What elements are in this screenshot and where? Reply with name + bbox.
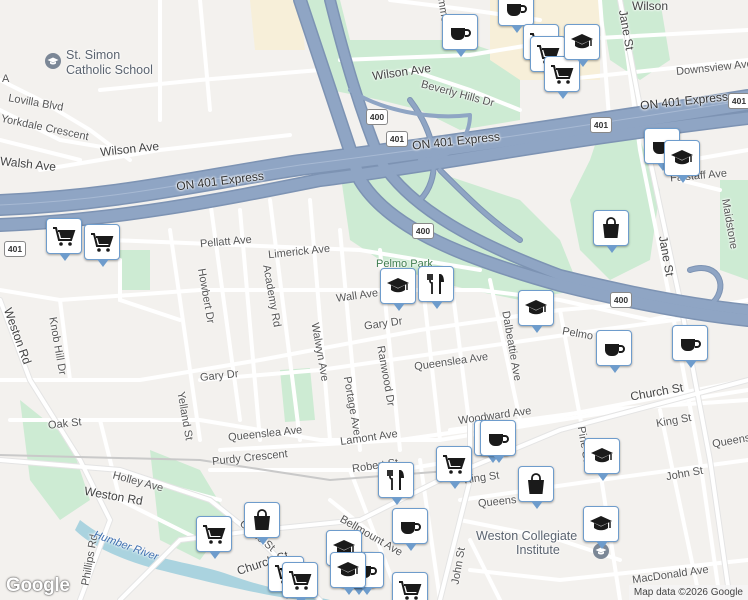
highway-401-shield: 401	[4, 241, 26, 257]
poi-marker[interactable]	[596, 330, 632, 373]
poi-marker[interactable]	[593, 210, 629, 253]
poi-marker[interactable]	[380, 268, 416, 311]
poi-marker[interactable]	[244, 502, 280, 545]
school-name-line2: Catholic School	[66, 63, 153, 77]
map-attribution[interactable]: Map data ©2026 Google	[628, 585, 748, 600]
poi-marker[interactable]	[84, 224, 120, 267]
coffee-icon	[507, 4, 527, 16]
shopping-bag-icon	[603, 217, 619, 238]
poi-marker[interactable]	[46, 218, 82, 261]
highway-401-shield: 401	[386, 131, 408, 147]
restaurant-icon	[427, 274, 444, 294]
highway-400-shield: 400	[366, 109, 388, 125]
highway-401-shield: 401	[590, 117, 612, 133]
shopping-cart-icon	[91, 233, 114, 252]
coffee-icon	[681, 339, 701, 351]
coffee-icon	[401, 522, 421, 534]
poi-marker[interactable]	[480, 420, 516, 463]
school-icon	[571, 34, 593, 49]
google-logo: Google	[6, 575, 70, 596]
poi-marker[interactable]	[330, 552, 366, 595]
shopping-cart-icon	[203, 525, 226, 544]
school-icon	[590, 516, 612, 531]
poi-marker[interactable]	[418, 266, 454, 309]
highway-401-shield: 401	[728, 93, 748, 109]
collegiate-name-line1: Weston Collegiate	[476, 529, 578, 543]
school-icon	[337, 562, 359, 577]
school-icon	[591, 448, 613, 463]
street-label: A	[2, 73, 10, 85]
school-icon	[525, 300, 547, 315]
shopping-cart-icon	[53, 227, 76, 246]
shopping-cart-icon	[399, 581, 422, 600]
map-base	[0, 0, 748, 600]
poi-marker[interactable]	[564, 24, 600, 67]
school-icon	[387, 278, 409, 293]
poi-marker[interactable]	[584, 438, 620, 481]
poi-marker[interactable]	[544, 56, 580, 99]
school-pin-icon	[45, 53, 61, 69]
shopping-cart-icon	[443, 455, 466, 474]
poi-marker[interactable]	[378, 462, 414, 505]
poi-marker[interactable]	[436, 446, 472, 489]
restaurant-icon	[387, 470, 404, 490]
poi-marker[interactable]	[672, 325, 708, 368]
poi-marker[interactable]	[583, 506, 619, 549]
coffee-icon	[451, 28, 471, 40]
poi-marker[interactable]	[442, 14, 478, 57]
school-name-line1: St. Simon	[66, 48, 121, 62]
poi-marker[interactable]	[498, 0, 534, 33]
poi-marker[interactable]	[392, 508, 428, 551]
map-canvas[interactable]: A Lovilla Blvd Yorkdale Crescent Walsh A…	[0, 0, 748, 600]
collegiate-name-line2: Institute	[516, 543, 560, 557]
street-label: Wilson	[632, 0, 669, 13]
poi-marker[interactable]	[196, 516, 232, 559]
poi-marker[interactable]	[664, 140, 700, 183]
coffee-icon	[605, 344, 625, 356]
shopping-cart-icon	[551, 65, 574, 84]
highway-400-shield: 400	[610, 292, 632, 308]
school-icon	[671, 150, 693, 165]
poi-marker[interactable]	[392, 572, 428, 600]
highway-400-shield: 400	[412, 223, 434, 239]
shopping-cart-icon	[289, 571, 312, 590]
shopping-bag-icon	[528, 473, 544, 494]
poi-marker[interactable]	[518, 290, 554, 333]
shopping-bag-icon	[254, 509, 270, 530]
coffee-icon	[489, 434, 509, 446]
poi-marker[interactable]	[282, 562, 318, 600]
poi-marker[interactable]	[518, 466, 554, 509]
